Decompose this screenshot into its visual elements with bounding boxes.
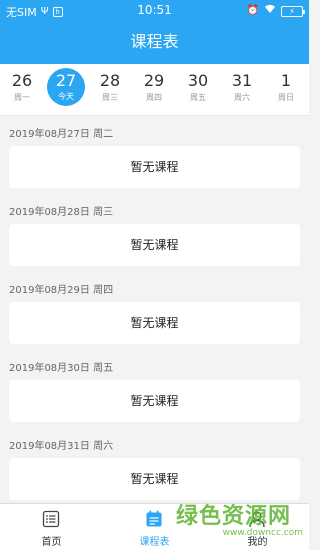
day-number: 27 [55, 71, 77, 90]
alarm-icon: ⏰ [246, 5, 259, 16]
day-item-today[interactable]: 27 今天 [47, 68, 85, 106]
tab-label: 首页 [41, 537, 62, 548]
course-card[interactable]: 暂无课程 [9, 224, 300, 266]
day-label: 周一 [14, 93, 30, 102]
date-label: 2019年08月28日 周三 [9, 207, 114, 218]
day-label: 周日 [278, 93, 294, 102]
schedule-list[interactable]: 2019年08月27日 周二 暂无课程 2019年08月28日 周三 暂无课程 … [0, 117, 309, 503]
wifi-icon [264, 4, 276, 18]
tab-home[interactable]: 首页 [0, 504, 103, 550]
day-item-1[interactable]: 1 周日 [267, 70, 305, 110]
date-label: 2019年08月29日 周四 [9, 285, 114, 296]
page-title: 课程表 [0, 20, 309, 64]
day-item-30[interactable]: 30 周五 [179, 70, 217, 110]
day-number: 30 [187, 71, 209, 90]
day-label: 周四 [146, 93, 162, 102]
day-label: 周三 [102, 93, 118, 102]
battery-icon: ⚡ [281, 5, 305, 17]
watermark: 绿色资源网 www.downcc.com [176, 498, 309, 550]
day-item-26[interactable]: 26 周一 [3, 70, 41, 110]
day-item-28[interactable]: 28 周三 [91, 70, 129, 110]
status-bar: 无SIM Ψ h 10:51 ⏰ ⚡ [0, 0, 309, 20]
home-list-icon [42, 510, 60, 528]
day-number: 31 [231, 71, 253, 90]
day-number: 26 [11, 71, 33, 90]
week-selector: 26 周一 27 今天 28 周三 29 周四 30 周五 31 周六 1 周日 [0, 64, 309, 116]
course-card[interactable]: 暂无课程 [9, 380, 300, 422]
day-number: 29 [143, 71, 165, 90]
day-item-31[interactable]: 31 周六 [223, 70, 261, 110]
day-item-29[interactable]: 29 周四 [135, 70, 173, 110]
day-number: 28 [99, 71, 121, 90]
day-number: 1 [280, 71, 292, 90]
course-card[interactable]: 暂无课程 [9, 146, 300, 188]
watermark-url: www.downcc.com [222, 528, 303, 538]
day-label: 周六 [234, 93, 250, 102]
calendar-icon [145, 510, 163, 528]
date-label: 2019年08月31日 周六 [9, 441, 114, 452]
watermark-text: 绿色资源网 [176, 504, 292, 529]
course-card[interactable]: 暂无课程 [9, 458, 300, 500]
date-label: 2019年08月27日 周二 [9, 129, 114, 140]
day-label: 今天 [58, 92, 74, 101]
status-right: ⏰ ⚡ [246, 4, 305, 18]
date-label: 2019年08月30日 周五 [9, 363, 114, 374]
day-label: 周五 [190, 93, 206, 102]
course-card[interactable]: 暂无课程 [9, 302, 300, 344]
